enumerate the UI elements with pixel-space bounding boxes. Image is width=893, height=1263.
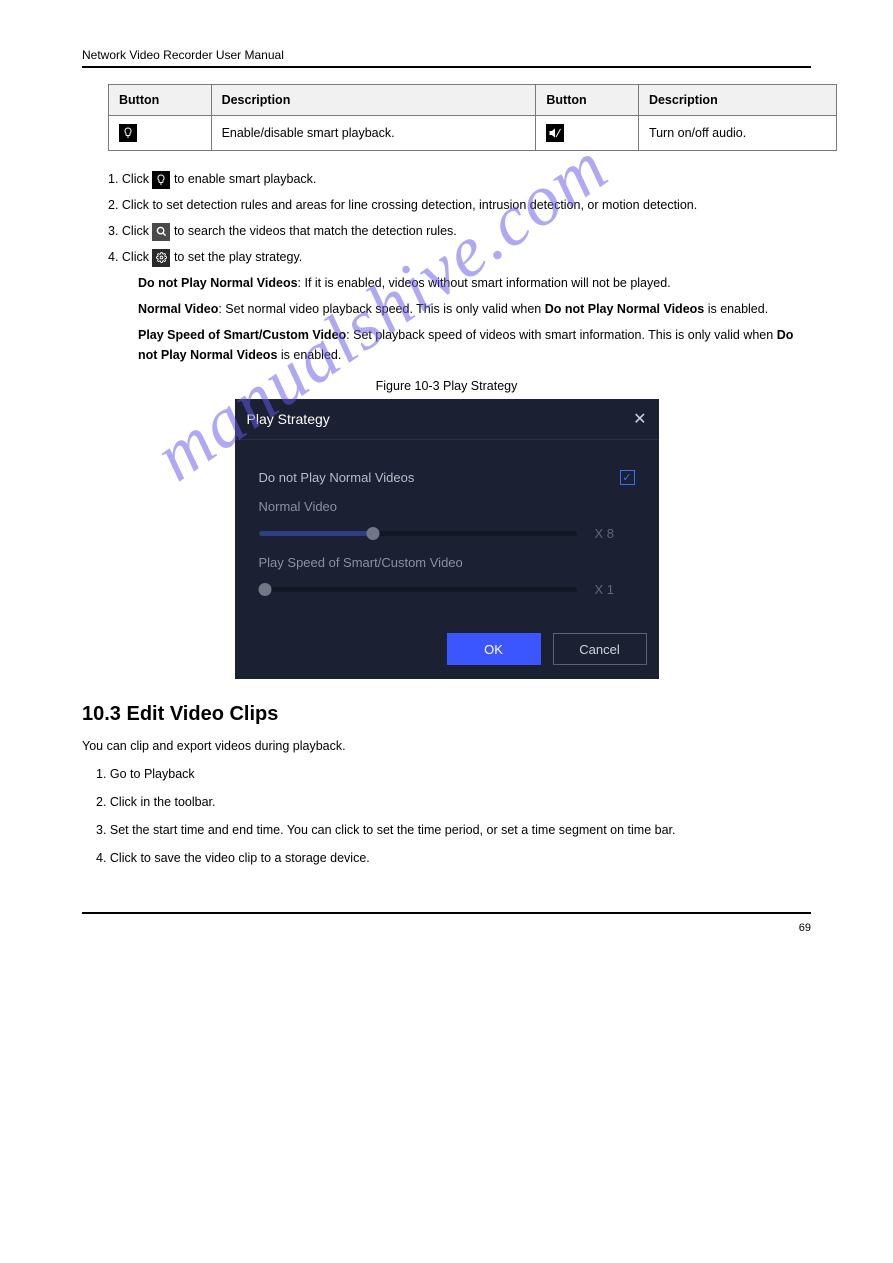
indent-2: Normal Video: Set normal video playback … <box>138 299 811 319</box>
td-icon-2 <box>536 116 639 151</box>
step-3-prefix: 3. Click <box>108 224 152 238</box>
figure-caption: Figure 10-3 Play Strategy <box>82 379 811 393</box>
icon-table: Button Description Button Description En… <box>108 84 837 151</box>
th-desc-1: Description <box>211 85 536 116</box>
smart-video-slider-row: X 1 <box>259 582 635 597</box>
step-1-prefix: 1. Click <box>108 172 152 186</box>
section-step-1: 1. Go to Playback <box>96 764 811 784</box>
dialog-title: Play Strategy <box>247 411 330 427</box>
section-step-2: 2. Click in the toolbar. <box>96 792 811 812</box>
indent-3: Play Speed of Smart/Custom Video: Set pl… <box>138 325 811 365</box>
indent-1: Do not Play Normal Videos: If it is enab… <box>138 273 811 293</box>
step-2: 2. Click to set detection rules and area… <box>108 195 811 215</box>
section-heading: 10.3 Edit Video Clips <box>82 703 811 726</box>
search-icon <box>152 223 170 241</box>
smart-video-label: Play Speed of Smart/Custom Video <box>259 555 635 570</box>
play-strategy-dialog: Play Strategy ✕ Do not Play Normal Video… <box>235 399 659 679</box>
normal-video-slider[interactable] <box>259 531 577 536</box>
normal-speed-label: X 8 <box>595 526 635 541</box>
header-title: Network Video Recorder User Manual <box>82 48 811 68</box>
td-icon-1 <box>109 116 212 151</box>
normal-video-slider-row: X 8 <box>259 526 635 541</box>
do-not-play-label: Do not Play Normal Videos <box>259 470 415 485</box>
do-not-play-checkbox[interactable]: ✓ <box>620 470 635 485</box>
step-4: 4. Click to set the play strategy. <box>108 247 811 267</box>
step-2-suffix: to set detection rules and areas for lin… <box>152 198 697 212</box>
page-footer: 69 <box>82 912 811 934</box>
gear-icon <box>152 249 170 267</box>
normal-video-label: Normal Video <box>259 499 635 514</box>
th-button-2: Button <box>536 85 639 116</box>
td-desc-2: Turn on/off audio. <box>638 116 836 151</box>
step-3-suffix: to search the videos that match the dete… <box>174 224 457 238</box>
smart-icon <box>119 124 137 142</box>
th-button-1: Button <box>109 85 212 116</box>
step-3: 3. Click to search the videos that match… <box>108 221 811 241</box>
step-1-suffix: to enable smart playback. <box>174 172 316 186</box>
section-step-4: 4. Click to save the video clip to a sto… <box>96 848 811 868</box>
th-desc-2: Description <box>638 85 836 116</box>
cancel-button[interactable]: Cancel <box>553 633 647 665</box>
step-1: 1. Click to enable smart playback. <box>108 169 811 189</box>
smart-video-slider[interactable] <box>259 587 577 592</box>
section-intro: You can clip and export videos during pl… <box>82 736 811 756</box>
smart-icon <box>152 171 170 189</box>
td-desc-1: Enable/disable smart playback. <box>211 116 536 151</box>
audio-off-icon <box>546 124 564 142</box>
step-4-suffix: to set the play strategy. <box>174 250 302 264</box>
step-2-prefix: 2. Click <box>108 198 152 212</box>
section-step-3: 3. Set the start time and end time. You … <box>96 820 811 840</box>
ok-button[interactable]: OK <box>447 633 541 665</box>
smart-speed-label: X 1 <box>595 582 635 597</box>
step-4-prefix: 4. Click <box>108 250 152 264</box>
close-icon[interactable]: ✕ <box>633 409 646 429</box>
